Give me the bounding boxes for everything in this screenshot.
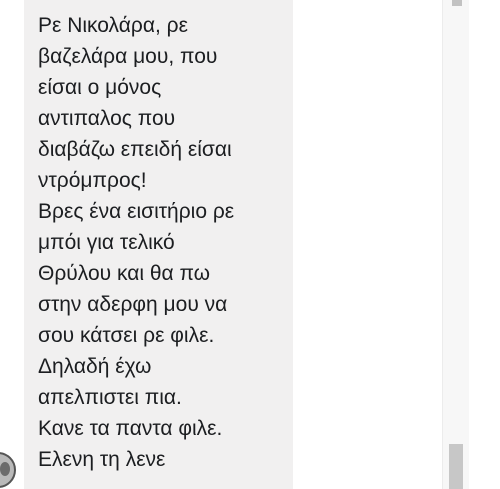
message-line: είσαι ο μόνος	[38, 76, 162, 99]
message-bubble[interactable]: Ρε Νικολάρα, ρε βαζελάρα μου, που είσαι …	[24, 0, 293, 489]
message-line: Βρες ένα εισιτήριο ρε	[38, 200, 235, 223]
message-line: αντιπαλος που	[38, 107, 176, 130]
message-line: διαβάζω επειδή είσαι	[38, 138, 232, 161]
message-line: Θρύλου και θα πω	[38, 262, 211, 285]
message-line: Ελενη τη λενε	[38, 448, 166, 471]
message-line: σου κάτσει ρε φιλε.	[38, 324, 215, 347]
message-line: μπόι για τελικό	[38, 231, 175, 254]
message-line: απελπιστει πια.	[38, 386, 182, 409]
message-line: βαζελάρα μου, που	[38, 45, 218, 68]
message-line: ντρόμπρος!	[38, 169, 147, 192]
message-line: στην αδερφη μου να	[38, 293, 228, 316]
scroll-up-arrow[interactable]	[452, 0, 462, 6]
chat-viewport: Ρε Νικολάρα, ρε βαζελάρα μου, που είσαι …	[0, 0, 500, 489]
sender-avatar[interactable]	[0, 452, 16, 488]
message-line: Ρε Νικολάρα, ρε	[38, 14, 188, 37]
message-line: Κανε τα παντα φιλε.	[38, 417, 223, 440]
vertical-scrollbar[interactable]	[442, 0, 469, 489]
message-line: Δηλαδή έχω	[38, 355, 152, 378]
scrollbar-thumb[interactable]	[449, 444, 463, 489]
